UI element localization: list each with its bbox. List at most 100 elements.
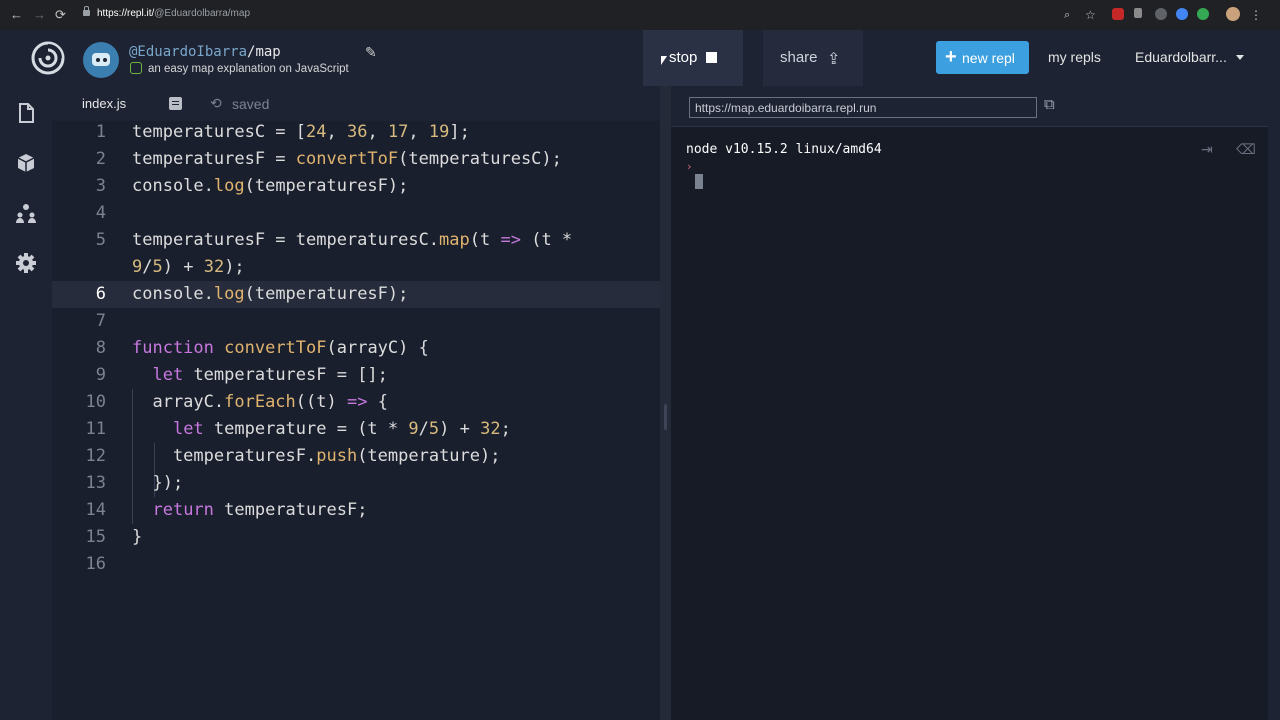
code-line[interactable]: 13 }); <box>52 470 660 497</box>
code-text: } <box>132 527 143 547</box>
output-pane: https://map.eduardoibarra.repl.run ⧉ nod… <box>671 86 1268 720</box>
adblock-extension-icon[interactable] <box>1112 8 1124 20</box>
code-text-wrapped: 9/5) + 32); <box>132 257 245 277</box>
line-number: 11 <box>85 419 106 439</box>
line-number: 13 <box>85 473 106 493</box>
back-icon[interactable]: ← <box>10 7 23 23</box>
code-text: temperaturesC = [24, 36, 17, 19]; <box>132 122 470 142</box>
code-line[interactable]: 12 temperaturesF.push(temperature); <box>52 443 660 470</box>
open-in-new-tab-icon[interactable]: ⧉ <box>1044 96 1055 113</box>
stop-icon <box>706 52 717 63</box>
line-number: 3 <box>95 176 106 196</box>
chevron-down-icon[interactable] <box>1236 55 1244 60</box>
console[interactable]: node v10.15.2 linux/amd64 › ⇥ ⌫ <box>671 127 1268 720</box>
new-repl-button[interactable]: + new repl <box>936 41 1029 74</box>
replit-logo-icon[interactable] <box>30 40 66 76</box>
address-bar[interactable]: https://repl.it/@Eduardolbarra/map <box>78 5 1198 25</box>
repl-avatar[interactable] <box>83 42 119 78</box>
webview-url-field[interactable]: https://map.eduardoibarra.repl.run <box>689 97 1037 118</box>
repl-description[interactable]: an easy map explanation on JavaScript <box>148 63 349 75</box>
share-icon: ⇪ <box>827 51 841 68</box>
extension-icon[interactable] <box>1155 8 1167 20</box>
code-lines[interactable]: 1 temperaturesC = [24, 36, 17, 19]; 2 tempe… <box>52 119 660 719</box>
drag-handle-icon[interactable] <box>664 404 667 430</box>
multiplayer-icon[interactable] <box>14 201 38 225</box>
line-number: 5 <box>95 230 106 250</box>
code-text: function convertToF(arrayC) { <box>132 338 429 358</box>
clear-console-icon[interactable]: ⌫ <box>1236 141 1256 158</box>
forward-icon[interactable]: → <box>33 7 46 23</box>
reload-icon[interactable]: ⟳ <box>55 7 66 23</box>
repl-title[interactable]: @EduardoIbarra/map <box>129 44 281 60</box>
share-button[interactable]: share ⇪ <box>763 30 863 86</box>
history-icon: ⟲ <box>210 95 222 111</box>
code-line[interactable]: 2 temperaturesF = convertToF(temperatures… <box>52 146 660 173</box>
save-status: saved <box>232 96 270 112</box>
scrollbar[interactable] <box>1268 86 1280 720</box>
plus-icon: + <box>945 46 957 68</box>
line-number: 2 <box>95 149 106 169</box>
line-number: 1 <box>95 122 106 142</box>
stop-button[interactable]: stop <box>643 30 743 86</box>
my-repls-link[interactable]: my repls <box>1048 49 1101 65</box>
line-number: 4 <box>95 203 106 223</box>
code-line[interactable]: 3 console.log(temperaturesF); <box>52 173 660 200</box>
code-line[interactable]: 6 console.log(temperaturesF); <box>52 281 660 308</box>
code-line[interactable]: 5 temperaturesF = temperaturesC.map(t => … <box>52 227 660 281</box>
line-number: 12 <box>85 446 106 466</box>
left-sidebar <box>0 86 52 720</box>
extension-icon[interactable] <box>1176 8 1188 20</box>
code-text: return temperaturesF; <box>152 500 368 520</box>
code-text: console.log(temperaturesF); <box>132 176 409 196</box>
line-number: 14 <box>85 500 106 520</box>
extension-icon[interactable] <box>1197 8 1209 20</box>
zoom-icon[interactable]: ⌕ <box>1064 7 1070 23</box>
code-line[interactable]: 15} <box>52 524 660 551</box>
toggle-console-icon[interactable]: ⇥ <box>1201 141 1213 158</box>
star-icon[interactable]: ☆ <box>1085 7 1096 23</box>
files-icon[interactable] <box>14 101 38 125</box>
code-text: console.log(temperaturesF); <box>132 284 409 304</box>
code-text: let temperaturesF = []; <box>152 365 388 385</box>
edit-pencil-icon[interactable]: ✎ <box>365 44 377 61</box>
webview-bar: https://map.eduardoibarra.repl.run ⧉ <box>671 86 1268 127</box>
user-menu[interactable]: Eduardolbarr... <box>1135 49 1227 65</box>
menu-icon[interactable]: ⋮ <box>1250 7 1262 23</box>
code-text: temperaturesF.push(temperature); <box>132 446 501 466</box>
line-number: 16 <box>85 554 106 574</box>
line-number: 10 <box>85 392 106 412</box>
nodejs-icon <box>130 62 142 74</box>
code-text: temperaturesF = temperaturesC.map(t => (… <box>132 230 573 250</box>
line-number: 8 <box>95 338 106 358</box>
code-text: }); <box>132 473 184 493</box>
code-line[interactable]: 7 <box>52 308 660 335</box>
settings-gear-icon[interactable] <box>14 251 38 275</box>
code-text: arrayC.forEach((t) => { <box>132 392 388 412</box>
code-line[interactable]: 11 let temperature = (t * 9/5) + 32; <box>52 416 660 443</box>
address-text: https://repl.it/@Eduardolbarra/map <box>97 8 251 19</box>
console-cursor <box>695 174 703 189</box>
mouse-cursor <box>661 56 667 65</box>
code-text: temperaturesF = convertToF(temperaturesC… <box>132 149 562 169</box>
profile-avatar[interactable] <box>1226 7 1240 21</box>
code-line[interactable]: 16 <box>52 551 660 578</box>
code-line[interactable]: 10 arrayC.forEach((t) => { <box>52 389 660 416</box>
browser-toolbar: ← → ⟳ https://repl.it/@Eduardolbarra/map… <box>0 0 1280 30</box>
line-number: 9 <box>95 365 106 385</box>
code-editor[interactable]: index.js ⟲ saved 1 temperaturesC = [24, 3… <box>52 86 660 720</box>
lock-icon <box>83 6 90 18</box>
document-icon[interactable] <box>169 97 182 110</box>
code-line[interactable]: 9 let temperaturesF = []; <box>52 362 660 389</box>
code-line[interactable]: 8 function convertToF(arrayC) { <box>52 335 660 362</box>
download-extension-icon[interactable] <box>1134 8 1142 18</box>
tab-index-js[interactable]: index.js <box>82 96 126 111</box>
packages-icon[interactable] <box>14 151 38 175</box>
line-number: 15 <box>85 527 106 547</box>
pane-splitter[interactable] <box>660 86 671 720</box>
console-output: node v10.15.2 linux/amd64 <box>686 142 882 157</box>
code-line[interactable]: 4 <box>52 200 660 227</box>
line-number: 7 <box>95 311 106 331</box>
code-line[interactable]: 14 return temperaturesF; <box>52 497 660 524</box>
code-text: let temperature = (t * 9/5) + 32; <box>172 419 511 439</box>
code-line[interactable]: 1 temperaturesC = [24, 36, 17, 19]; <box>52 119 660 146</box>
